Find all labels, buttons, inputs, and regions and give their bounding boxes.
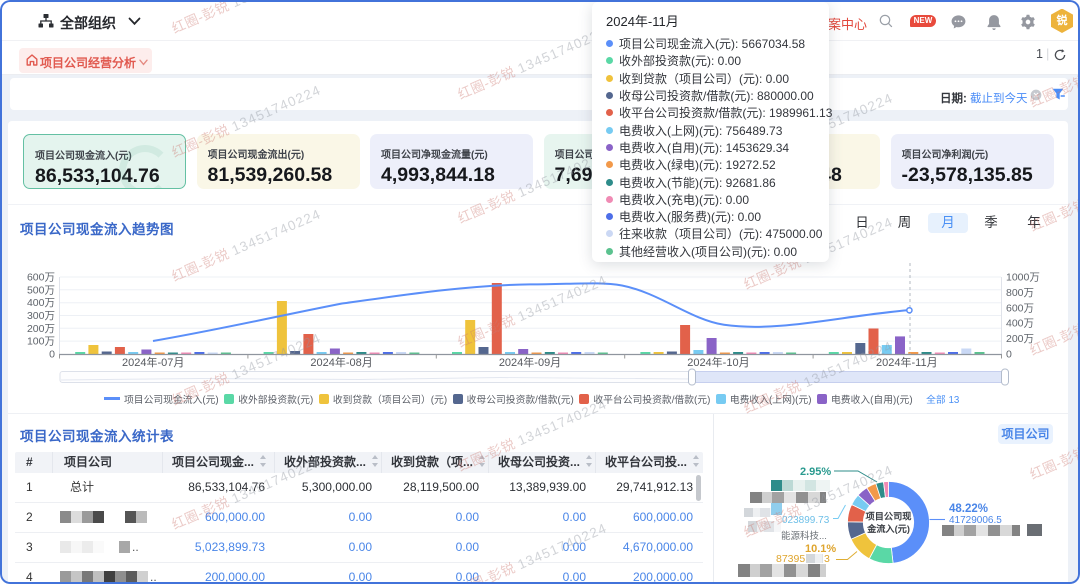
svg-text:200万: 200万 [27, 323, 55, 335]
svg-text:1000万: 1000万 [1006, 272, 1040, 284]
svg-text:2024年-07月: 2024年-07月 [122, 355, 184, 369]
svg-text:金流入(元): 金流入(元) [866, 523, 910, 534]
svg-text:600万: 600万 [27, 272, 55, 284]
svg-text:项目公司现: 项目公司现 [866, 512, 912, 522]
svg-text:0: 0 [1006, 349, 1012, 361]
svg-text:2024年-10月: 2024年-10月 [687, 355, 749, 369]
svg-text:2024年-08月: 2024年-08月 [310, 355, 372, 369]
svg-text:400万: 400万 [27, 297, 55, 309]
svg-text:600万: 600万 [1006, 302, 1034, 314]
svg-text:800万: 800万 [1006, 287, 1034, 299]
svg-text:2024年-09月: 2024年-09月 [499, 355, 561, 369]
svg-text:400万: 400万 [1006, 318, 1034, 330]
svg-text:2024年-11月: 2024年-11月 [876, 355, 938, 369]
svg-text:300万: 300万 [27, 310, 55, 322]
svg-text:200万: 200万 [1006, 333, 1034, 345]
svg-text:100万: 100万 [27, 336, 55, 348]
svg-text:0: 0 [49, 349, 55, 361]
svg-text:500万: 500万 [27, 284, 55, 296]
